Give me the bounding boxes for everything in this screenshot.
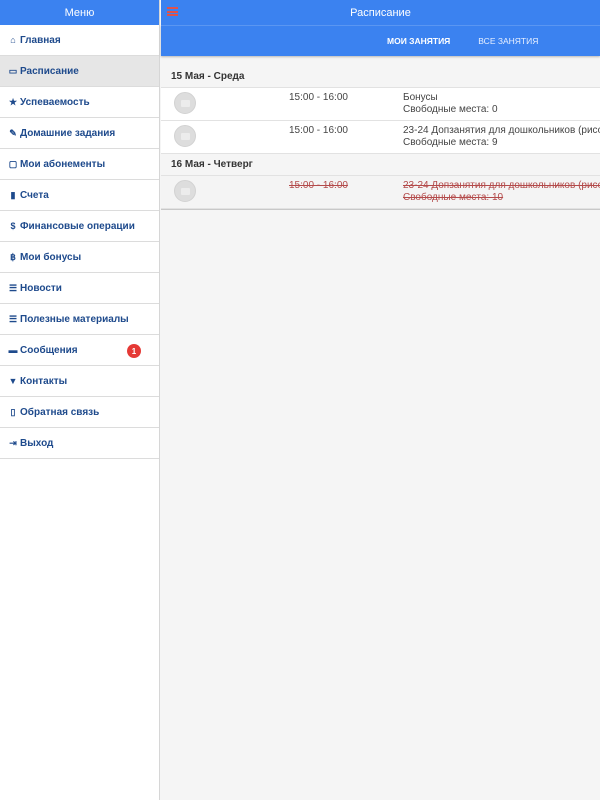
sidebar-item-label: Полезные материалы [20,313,129,325]
sidebar-menu: ⌂ Главная ▭ Расписание ★ Успеваемость ✎ Домашни… [0,25,159,459]
day-header: 15 Мая - Среда [161,66,600,88]
teacher-avatar [174,92,196,114]
logout-icon: ⇥ [9,437,17,448]
main-panel: Расписание МОИ ЗАНЯТИЯ ВСЕ ЗАНЯТИЯ 15 Ма… [161,0,600,800]
image-placeholder-icon [180,99,190,107]
home-icon: ⌂ [10,35,16,45]
lesson-info: 23-24 Допзанятия для дошкольников (рисов… [403,125,600,149]
sidebar-item-5[interactable]: ▮ Счета [0,180,159,211]
image-placeholder-icon [180,187,190,195]
lesson-title: Бонусы [403,92,438,103]
sidebar-item-2[interactable]: ★ Успеваемость [0,87,159,118]
hamburger-menu-icon[interactable] [167,7,178,16]
bag-icon: ▢ [8,158,18,169]
sidebar-item-label: Главная [20,34,61,46]
sidebar-item-10[interactable]: ▬ Сообщения 1 [0,335,159,366]
sidebar-title: Меню [0,0,159,25]
page-title: Расписание [350,6,411,19]
unread-count-badge: 1 [127,344,141,358]
lesson-info: 23-24 Допзанятия для дошкольников (рисов… [403,180,600,204]
sidebar-item-label: Финансовые операции [20,220,135,232]
sidebar-item-12[interactable]: ▯ Обратная связь [0,397,159,428]
lesson-time: 15:00 - 16:00 [289,125,348,136]
sidebar-item-label: Выход [20,437,54,449]
sidebar-item-label: Обратная связь [20,406,100,418]
sidebar-item-4[interactable]: ▢ Мои абонементы [0,149,159,180]
calendar-icon: ▭ [8,65,18,76]
edit-icon: ✎ [9,127,17,138]
sidebar-item-label: Расписание [20,65,79,77]
teacher-avatar [174,125,196,147]
sidebar-item-7[interactable]: ฿ Мои бонусы [0,242,159,273]
tab-all-lessons[interactable]: ВСЕ ЗАНЯТИЯ [478,36,538,46]
tab-my-lessons[interactable]: МОИ ЗАНЯТИЯ [387,36,450,46]
tabs-bar: МОИ ЗАНЯТИЯ ВСЕ ЗАНЯТИЯ [161,25,600,56]
sidebar-item-label: Контакты [20,375,68,387]
dollar-icon: $ [10,221,16,231]
lesson-row[interactable]: 15:00 - 16:00 Бонусы Свободные места: 0 [161,88,600,121]
lesson-row[interactable]: 15:00 - 16:00 23-24 Допзанятия для дошкол… [161,176,600,209]
sidebar-item-label: Сообщения [20,344,78,356]
sidebar-item-label: Мои абонементы [20,158,106,170]
free-seats: Свободные места: 10 [403,192,504,203]
free-seats: Свободные места: 9 [403,137,498,148]
invoice-icon: ▮ [10,189,16,200]
sidebar-item-label: Мои бонусы [20,251,82,263]
lesson-info: Бонусы Свободные места: 0 [403,92,600,116]
sidebar-item-9[interactable]: ☰ Полезные материалы [0,304,159,335]
news-icon: ☰ [8,282,18,293]
free-seats: Свободные места: 0 [403,104,498,115]
image-placeholder-icon [180,132,190,140]
sidebar: Меню ⌂ Главная ▭ Расписание ★ Успеваемость ✎ До… [0,0,160,800]
lesson-time: 15:00 - 16:00 [289,180,348,191]
sidebar-item-13[interactable]: ⇥ Выход [0,428,159,459]
sidebar-item-11[interactable]: ▼ Контакты [0,366,159,397]
lesson-title: 23-24 Допзанятия для дошкольников (рисов… [403,125,600,136]
lesson-row[interactable]: 15:00 - 16:00 23-24 Допзанятия для дошкол… [161,121,600,154]
sidebar-item-3[interactable]: ✎ Домашние задания [0,118,159,149]
sidebar-item-0[interactable]: ⌂ Главная [0,25,159,56]
message-icon: ▬ [8,345,18,355]
sidebar-item-1[interactable]: ▭ Расписание [0,56,159,87]
sidebar-item-6[interactable]: $ Финансовые операции [0,211,159,242]
sidebar-item-label: Успеваемость [20,96,90,108]
bitcoin-icon: ฿ [10,251,16,262]
sidebar-item-label: Домашние задания [20,127,116,139]
sidebar-item-label: Новости [20,282,62,294]
teacher-avatar [174,180,196,202]
star-icon: ★ [8,96,18,107]
top-bar: Расписание [161,0,600,25]
location-pin-icon: ▼ [8,376,18,386]
materials-icon: ☰ [8,313,18,324]
lesson-time: 15:00 - 16:00 [289,92,348,103]
microphone-icon: ▯ [10,406,16,417]
lesson-title: 23-24 Допзанятия для дошкольников (рисов… [403,180,600,191]
day-header: 16 Мая - Четверг [161,154,600,176]
schedule-list: 15 Мая - Среда 15:00 - 16:00 Бонусы Свободн… [161,66,600,210]
sidebar-item-8[interactable]: ☰ Новости [0,273,159,304]
sidebar-item-label: Счета [20,189,49,201]
